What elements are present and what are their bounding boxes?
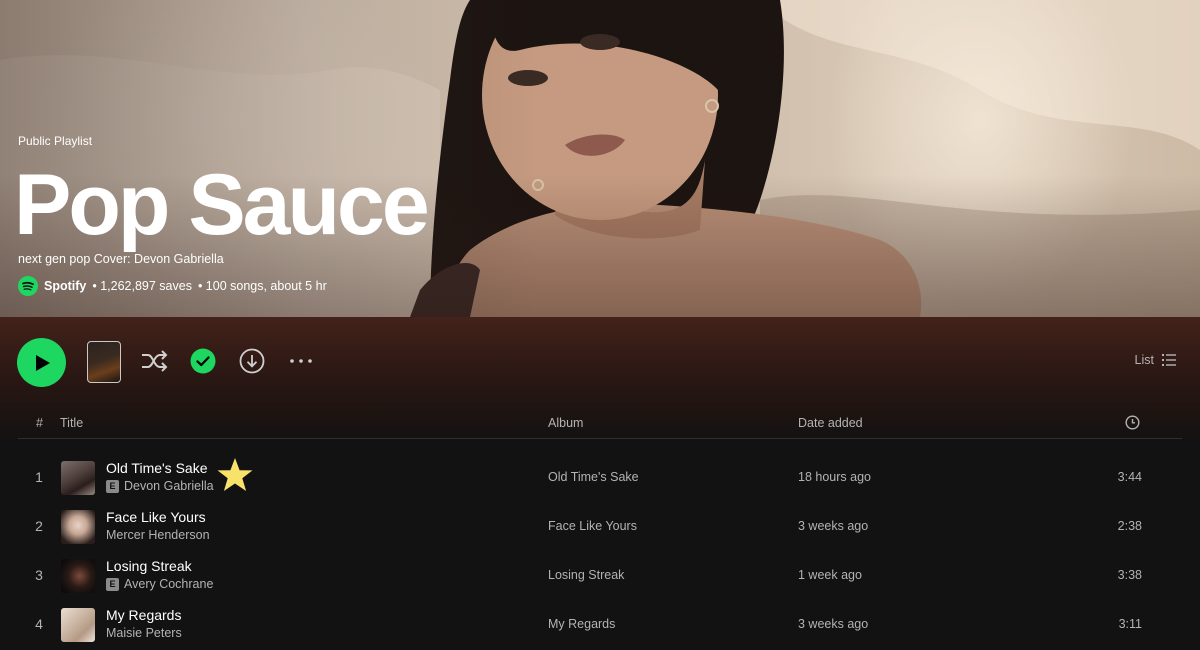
playlist-header: Public Playlist Pop Sauce next gen pop C… — [0, 0, 1200, 317]
track-artwork — [61, 559, 95, 593]
shuffle-button[interactable] — [140, 347, 168, 375]
play-button[interactable] — [17, 338, 66, 387]
track-artist[interactable]: Devon Gabriella — [124, 479, 214, 493]
track-title[interactable]: My Regards — [106, 607, 181, 623]
check-circle-icon — [190, 348, 216, 374]
playlist-description: next gen pop Cover: Devon Gabriella — [18, 252, 224, 266]
column-header-album[interactable]: Album — [548, 416, 583, 430]
spotify-logo-icon — [18, 276, 38, 296]
track-title[interactable]: Losing Streak — [106, 558, 192, 574]
star-icon — [217, 458, 253, 491]
track-title[interactable]: Old Time's Sake — [106, 460, 208, 476]
track-title[interactable]: Face Like Yours — [106, 509, 206, 525]
view-label: List — [1134, 353, 1154, 367]
track-date-added: 18 hours ago — [798, 470, 871, 484]
column-header-title[interactable]: Title — [60, 416, 83, 430]
track-album[interactable]: Face Like Yours — [548, 519, 637, 533]
track-date-added: 1 week ago — [798, 568, 862, 582]
track-artist[interactable]: Avery Cochrane — [124, 577, 213, 591]
track-artist-line: E Avery Cochrane — [106, 577, 213, 591]
action-bar: List — [0, 317, 1200, 408]
track-artist[interactable]: Maisie Peters — [106, 626, 182, 640]
track-date-added: 3 weeks ago — [798, 519, 869, 533]
download-button[interactable] — [238, 347, 266, 375]
play-icon — [36, 354, 50, 371]
track-artist-line: Mercer Henderson — [106, 528, 210, 542]
track-row[interactable]: 2 Face Like Yours Mercer Henderson Face … — [0, 503, 1200, 552]
more-icon — [290, 359, 312, 363]
column-header-number: # — [36, 416, 43, 430]
table-divider — [18, 438, 1182, 439]
column-header-duration[interactable] — [1125, 415, 1140, 433]
track-duration: 3:38 — [1117, 568, 1142, 582]
explicit-badge: E — [106, 577, 119, 591]
view-toggle-button[interactable]: List — [1135, 353, 1176, 367]
playlist-saves: • 1,262,897 saves — [92, 279, 192, 293]
column-header-date-added[interactable]: Date added — [798, 416, 863, 430]
list-icon — [1162, 354, 1176, 366]
shuffle-icon — [142, 350, 168, 372]
playlist-owner-link[interactable]: Spotify — [44, 279, 86, 293]
track-album[interactable]: Losing Streak — [548, 568, 624, 582]
playlist-meta: Spotify • 1,262,897 saves • 100 songs, a… — [18, 276, 327, 296]
track-row[interactable]: 3 Losing Streak E Avery Cochrane Losing … — [0, 552, 1200, 601]
track-row[interactable]: 1 Old Time's Sake E Devon Gabriella Old … — [0, 454, 1200, 503]
track-album[interactable]: Old Time's Sake — [548, 470, 639, 484]
saved-to-library-button[interactable] — [189, 347, 217, 375]
clock-icon — [1125, 415, 1140, 430]
track-duration: 2:38 — [1117, 519, 1142, 533]
track-date-added: 3 weeks ago — [798, 617, 869, 631]
playlist-stats: • 100 songs, about 5 hr — [197, 279, 327, 293]
track-duration: 3:44 — [1117, 470, 1142, 484]
track-duration: 3:11 — [1118, 617, 1142, 631]
track-artwork — [61, 608, 95, 642]
track-table-header: # Title Album Date added — [0, 408, 1200, 439]
playlist-cover-thumbnail[interactable] — [87, 341, 121, 383]
track-artist-line: E Devon Gabriella — [106, 479, 214, 493]
more-options-button[interactable] — [287, 347, 315, 375]
explicit-badge: E — [106, 479, 119, 493]
track-row[interactable]: 4 My Regards Maisie Peters My Regards 3 … — [0, 601, 1200, 650]
track-artwork — [61, 510, 95, 544]
download-icon — [239, 348, 265, 374]
playlist-type-label: Public Playlist — [18, 134, 93, 148]
track-artwork — [61, 461, 95, 495]
track-artist-line: Maisie Peters — [106, 626, 182, 640]
playlist-title: Pop Sauce — [14, 157, 430, 253]
track-album[interactable]: My Regards — [548, 617, 615, 631]
track-artist[interactable]: Mercer Henderson — [106, 528, 210, 542]
